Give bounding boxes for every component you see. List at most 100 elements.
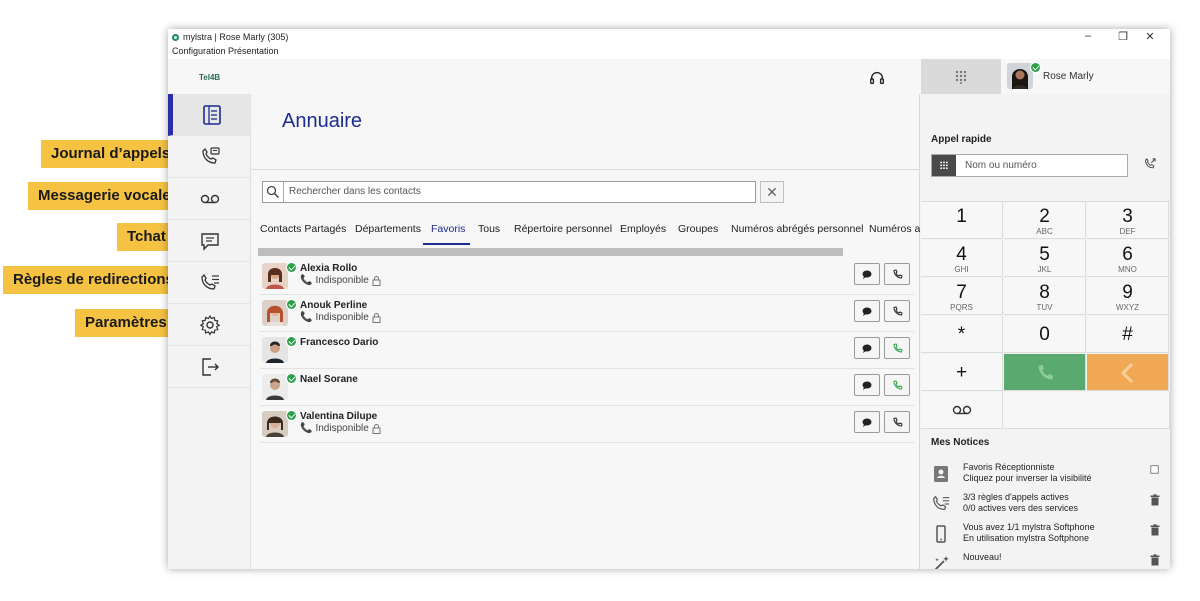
- sidebar: [168, 94, 251, 569]
- key-3[interactable]: 3 DEF: [1087, 202, 1169, 239]
- callout-label: Messagerie vocale: [28, 182, 179, 210]
- notice-item[interactable]: Vous avez 1/1 mylstra Softphone En utilis…: [931, 522, 1161, 550]
- tab-tous[interactable]: Tous: [478, 223, 500, 235]
- chat-button[interactable]: [854, 300, 880, 322]
- callout-label: Tchat: [117, 223, 174, 251]
- key-1[interactable]: 1: [921, 202, 1003, 239]
- tab-contacts-partages[interactable]: Contacts Partagés: [260, 223, 346, 235]
- dialpad-toggle-button[interactable]: [921, 59, 1001, 94]
- callout-regles: Règles de redirections: [3, 266, 194, 294]
- contact-row[interactable]: Nael Sorane: [260, 370, 914, 406]
- tab-numeros-abreges[interactable]: Numéros ab: [869, 223, 920, 235]
- notice-line2: En utilisation mylstra Softphone: [963, 533, 1090, 543]
- contact-row[interactable]: Valentina Dilupe 📞 Indisponible: [260, 407, 914, 443]
- notice-line2: 0/0 actives vers des services: [963, 503, 1079, 513]
- contact-status: 📞 Indisponible: [300, 312, 381, 323]
- chat-button[interactable]: [854, 337, 880, 359]
- right-panel: Rose Marly Appel rapide Nom ou numéro 1 …: [921, 59, 1170, 569]
- key-star[interactable]: *: [921, 316, 1003, 353]
- logout-icon: [201, 357, 219, 376]
- horizontal-scrollbar[interactable]: [258, 248, 843, 256]
- notice-item[interactable]: Favoris Réceptionniste Cliquez pour inver…: [931, 462, 1161, 490]
- key-2[interactable]: 2 ABC: [1004, 202, 1086, 239]
- key-5[interactable]: 5 JKL: [1004, 240, 1086, 277]
- notice-line1: 3/3 règles d'appels actives: [963, 492, 1069, 502]
- contact-row[interactable]: Alexia Rollo 📞 Indisponible: [260, 259, 914, 295]
- menu-configuration[interactable]: Configuration: [172, 46, 226, 56]
- contact-card-icon: [934, 466, 948, 482]
- sidebar-item-settings[interactable]: [168, 304, 251, 346]
- clear-search-button[interactable]: ✕: [760, 181, 784, 203]
- phone-icon: [892, 416, 903, 427]
- window-title: mylstra | Rose Marly (305): [171, 32, 288, 42]
- call-button[interactable]: [884, 300, 910, 322]
- chat-icon: [200, 232, 219, 251]
- key-9[interactable]: 9 WXYZ: [1087, 278, 1169, 315]
- window-title-text: mylstra | Rose Marly (305): [183, 32, 289, 42]
- mobile-phone-icon: [936, 525, 946, 543]
- sidebar-item-call-log[interactable]: [168, 136, 251, 178]
- tab-repertoire-personnel[interactable]: Répertoire personnel: [514, 223, 612, 235]
- call-button[interactable]: [1004, 354, 1086, 391]
- user-name: Rose Marly: [1043, 71, 1094, 82]
- key-8[interactable]: 8 TUV: [1004, 278, 1086, 315]
- key-4[interactable]: 4 GHI: [921, 240, 1003, 277]
- contact-row[interactable]: Francesco Dario: [260, 333, 914, 369]
- chat-bubble-icon: [862, 270, 872, 279]
- call-button[interactable]: [884, 374, 910, 396]
- checkbox-icon[interactable]: [1150, 465, 1159, 474]
- call-button[interactable]: [884, 411, 910, 433]
- trash-icon[interactable]: [1149, 494, 1161, 506]
- sidebar-item-directory[interactable]: [168, 94, 251, 136]
- phone-icon: [892, 268, 903, 279]
- contact-row[interactable]: Anouk Perline 📞 Indisponible: [260, 296, 914, 332]
- sidebar-item-redirect-rules[interactable]: [168, 262, 251, 304]
- address-book-icon: [203, 104, 221, 125]
- chat-button[interactable]: [854, 263, 880, 285]
- sidebar-item-chat[interactable]: [168, 220, 251, 262]
- notice-item[interactable]: 3/3 règles d'appels actives 0/0 actives v…: [931, 492, 1161, 520]
- tab-departements[interactable]: Départements: [355, 223, 421, 235]
- tab-groupes[interactable]: Groupes: [678, 223, 718, 235]
- chat-button[interactable]: [854, 411, 880, 433]
- user-profile[interactable]: Rose Marly: [1001, 59, 1170, 94]
- magic-wand-icon: [934, 556, 949, 569]
- trash-icon[interactable]: [1149, 554, 1161, 566]
- contact-status-text: Indisponible: [315, 423, 369, 434]
- online-status-icon: [286, 410, 297, 421]
- key-0[interactable]: 0: [1004, 316, 1086, 353]
- gear-icon: [199, 314, 220, 336]
- tab-numeros-abreges-personnel[interactable]: Numéros abrégés personnel: [731, 223, 864, 235]
- notice-item[interactable]: Nouveau!: [931, 552, 1161, 569]
- call-button[interactable]: [884, 337, 910, 359]
- call-button[interactable]: [884, 263, 910, 285]
- key-6[interactable]: 6 MNO: [1087, 240, 1169, 277]
- headset-icon[interactable]: [868, 69, 886, 87]
- sidebar-item-logout[interactable]: [168, 346, 251, 388]
- number-placeholder: Nom ou numéro: [965, 160, 1037, 171]
- key-plus[interactable]: +: [921, 354, 1003, 391]
- key-hash[interactable]: #: [1087, 316, 1169, 353]
- minimize-button[interactable]: –: [1073, 30, 1103, 42]
- search-input[interactable]: Rechercher dans les contacts: [262, 181, 756, 203]
- tab-favoris[interactable]: Favoris: [431, 223, 465, 235]
- number-input[interactable]: Nom ou numéro: [931, 154, 1128, 177]
- backspace-button[interactable]: [1087, 354, 1169, 391]
- sidebar-item-voicemail[interactable]: [168, 178, 251, 220]
- menu-presentation[interactable]: Présentation: [228, 46, 279, 56]
- maximize-button[interactable]: ❐: [1108, 30, 1138, 43]
- key-7[interactable]: 7 PQRS: [921, 278, 1003, 315]
- close-button[interactable]: ✕: [1135, 30, 1165, 43]
- directory-panel: Annuaire Rechercher dans les contacts ✕ …: [252, 94, 920, 569]
- trash-icon[interactable]: [1149, 524, 1161, 536]
- callout-label: Journal d’appels: [41, 140, 179, 168]
- phone-icon: [892, 379, 903, 390]
- tab-employes[interactable]: Employés: [620, 223, 666, 235]
- contact-name: Anouk Perline: [300, 300, 368, 311]
- chat-button[interactable]: [854, 374, 880, 396]
- online-status-icon: [286, 262, 297, 273]
- transfer-call-icon[interactable]: [1143, 157, 1157, 171]
- avatar: [262, 337, 288, 363]
- voicemail-button[interactable]: [921, 392, 1003, 429]
- avatar: [262, 411, 288, 437]
